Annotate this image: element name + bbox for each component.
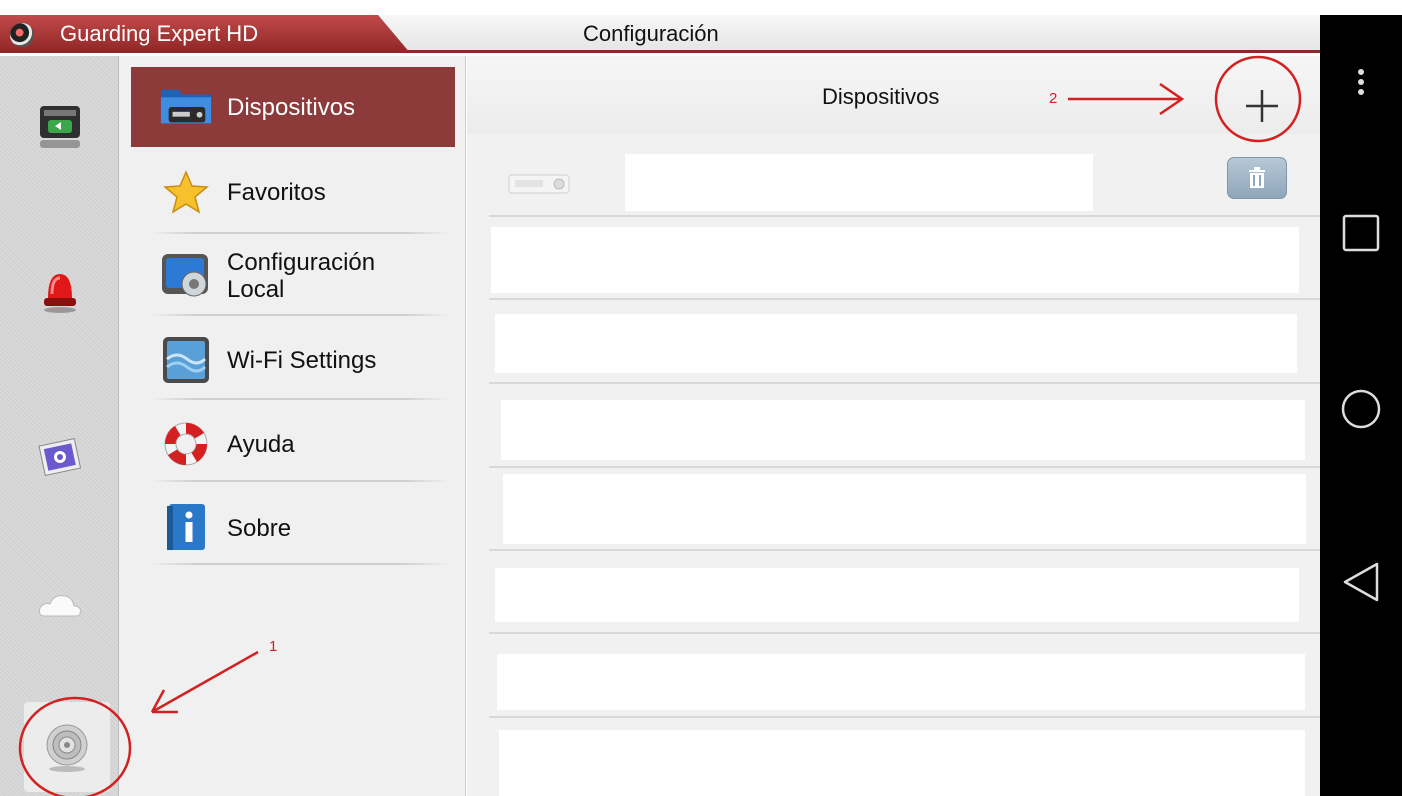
annotation-circle-settings: [18, 696, 132, 796]
back-icon[interactable]: [1320, 560, 1402, 604]
android-nav-bar: [1320, 15, 1402, 796]
annotation-arrow-add: [1068, 82, 1185, 116]
annotation-circle-add: [1214, 55, 1302, 143]
overflow-menu-icon[interactable]: [1320, 67, 1402, 101]
annotation-number-1: 1: [269, 638, 278, 655]
annotation-arrow-settings: [150, 650, 259, 714]
home-icon[interactable]: [1320, 387, 1402, 431]
recents-icon[interactable]: [1320, 213, 1402, 253]
annotation-overlay: [18, 55, 1302, 796]
annotation-number-2: 2: [1049, 90, 1058, 107]
